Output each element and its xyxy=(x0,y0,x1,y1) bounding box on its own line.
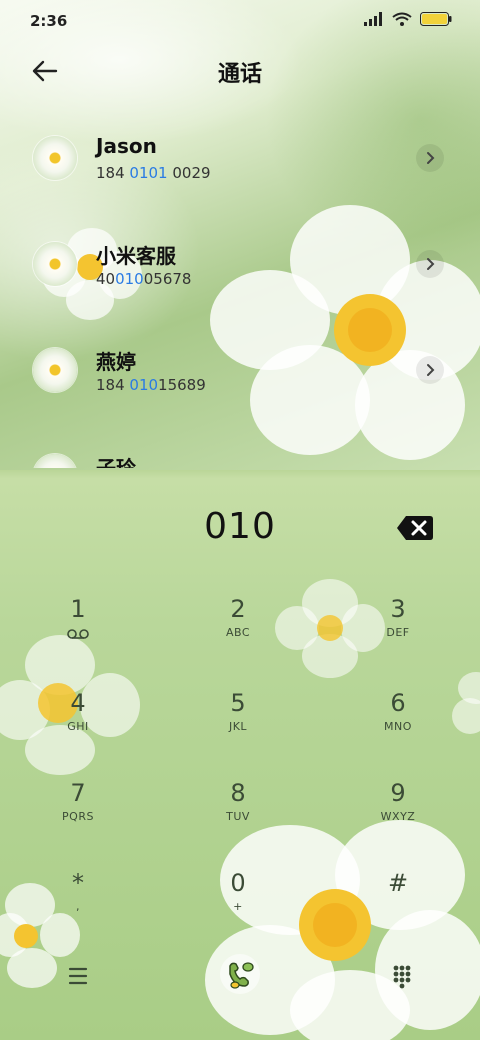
app-header: 通话 xyxy=(0,44,480,100)
avatar xyxy=(33,136,77,180)
dialer-panel: 010 1 2 ABC 3 DEF 4 GHI 5 JKL 6 MNO 7 PQ… xyxy=(0,470,480,1040)
dial-key-3[interactable]: 3 DEF xyxy=(338,594,458,674)
contact-row[interactable]: 子玲 xyxy=(0,430,480,468)
dial-key-8[interactable]: 8 TUV xyxy=(178,778,298,858)
page-title: 通话 xyxy=(217,62,262,87)
dial-key-6[interactable]: 6 MNO xyxy=(338,688,458,768)
dial-key-2[interactable]: 2 ABC xyxy=(178,594,298,674)
wifi-icon xyxy=(392,12,412,26)
call-button-icon[interactable] xyxy=(218,952,262,996)
contact-row[interactable]: 小米客服 4001005678 xyxy=(0,218,480,318)
status-bar: 2:36 xyxy=(0,0,480,40)
signal-icon xyxy=(364,12,382,26)
dial-key-star[interactable]: * , xyxy=(18,868,138,948)
chevron-right-icon[interactable] xyxy=(416,144,444,172)
contact-name: 小米客服 xyxy=(96,244,176,268)
contact-name: 子玲 xyxy=(96,456,136,468)
status-icons xyxy=(364,12,452,26)
voicemail-icon xyxy=(67,629,89,639)
contact-number: 4001005678 xyxy=(96,270,192,288)
dial-key-5[interactable]: 5 JKL xyxy=(178,688,298,768)
contact-row[interactable]: Jason 184 0101 0029 xyxy=(0,112,480,212)
contact-name: 燕婷 xyxy=(96,350,136,374)
status-time: 2:36 xyxy=(30,12,68,30)
avatar xyxy=(33,348,77,392)
dial-key-9[interactable]: 9 WXYZ xyxy=(338,778,458,858)
keypad-icon[interactable] xyxy=(380,954,424,998)
dial-key-7[interactable]: 7 PQRS xyxy=(18,778,138,858)
chevron-right-icon[interactable] xyxy=(416,356,444,384)
backspace-icon[interactable] xyxy=(396,514,434,542)
chevron-right-icon[interactable] xyxy=(416,250,444,278)
battery-icon xyxy=(420,12,452,26)
contact-number: 184 0101 0029 xyxy=(96,164,211,182)
contact-name: Jason xyxy=(96,134,157,158)
dial-key-1[interactable]: 1 xyxy=(18,594,138,674)
dial-key-4[interactable]: 4 GHI xyxy=(18,688,138,768)
dial-key-hash[interactable]: # xyxy=(338,868,458,948)
contact-row[interactable]: 燕婷 184 01015689 xyxy=(0,324,480,424)
avatar xyxy=(33,242,77,286)
avatar xyxy=(33,454,77,468)
contact-number: 184 01015689 xyxy=(96,376,206,394)
menu-icon[interactable] xyxy=(56,954,100,998)
dial-key-0[interactable]: 0 + xyxy=(178,868,298,948)
contact-search-results: Jason 184 0101 0029 小米客服 4001005678 燕婷 1… xyxy=(0,112,480,468)
